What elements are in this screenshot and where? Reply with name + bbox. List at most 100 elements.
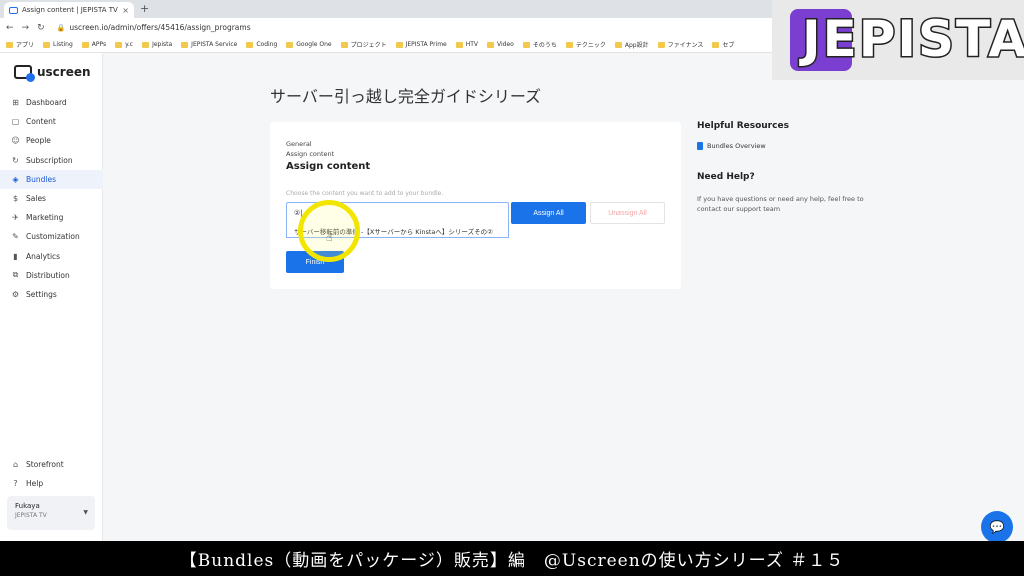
bookmark-label: JEPISTA Service (191, 41, 238, 48)
folder-icon (81, 41, 89, 48)
folder-icon (340, 41, 348, 48)
sidebar-item-storefront[interactable]: ⌂ Storefront (0, 455, 103, 474)
bookmark-label: テクニック (575, 42, 606, 49)
storefront-icon: ⌂ (12, 460, 19, 470)
sidebar-nav: ⊞ Dashboard ▢ Content ☺ People ↻ Subscription ◈ B… (0, 93, 103, 304)
bookmark-item[interactable]: Coding (246, 41, 277, 48)
distribution-icon: ⧉ (12, 270, 19, 280)
help-icon: ? (13, 479, 18, 489)
bookmark-label: セブ (722, 42, 735, 49)
bookmark-label: App設計 (624, 42, 649, 49)
folder-icon (6, 41, 13, 48)
bookmark-item[interactable]: App設計 (614, 40, 649, 49)
folder-icon (487, 41, 495, 48)
customization-icon: ✎ (12, 232, 19, 242)
bookmark-item[interactable]: y.c (115, 41, 133, 48)
bookmark-item[interactable]: ファイナンス (657, 40, 703, 49)
folder-icon (657, 41, 665, 48)
bookmark-label: Jepista (152, 41, 173, 48)
forward-icon[interactable]: → (22, 23, 30, 33)
sidebar-bottom-nav: ⌂ Storefront? Help (0, 455, 103, 493)
sales-icon: $ (12, 194, 19, 204)
folder-icon (142, 41, 150, 48)
account-name: Fukaya (15, 502, 40, 510)
sidebar-item-dashboard[interactable]: ⊞ Dashboard (0, 93, 103, 112)
marketing-icon: ✈ (12, 213, 19, 223)
sidebar-item-settings[interactable]: ⚙ Settings (0, 285, 103, 304)
chat-support-button[interactable]: 💬 (981, 511, 1013, 543)
bookmark-label: そのうち (532, 42, 557, 49)
folder-icon (455, 41, 463, 48)
sidebar-item-label: Analytics (26, 251, 61, 261)
bookmark-item[interactable]: セブ (712, 40, 734, 49)
tab-close-icon[interactable]: × (122, 6, 129, 15)
brand-logo[interactable]: uscreen (14, 65, 91, 82)
unassign-all-button[interactable]: Unassign All (590, 202, 665, 224)
card-title: Assign content (286, 161, 371, 172)
bookmark-item[interactable]: プロジェクト (340, 40, 387, 49)
breadcrumb-assign-content: Assign content (286, 150, 335, 158)
bookmark-item[interactable]: Google One (286, 41, 332, 48)
bookmark-item[interactable]: Jepista (142, 41, 172, 48)
page-title: サーバー引っ越し完全ガイドシリーズ (270, 87, 542, 106)
back-icon[interactable]: ← (6, 23, 14, 33)
help-text: If you have questions or need any help, … (697, 195, 864, 213)
brand-name: uscreen (37, 65, 91, 79)
url-field[interactable]: 🔒 uscreen.io/admin/offers/45416/assign_p… (57, 23, 251, 32)
folder-icon (181, 41, 189, 48)
sidebar-item-label: Sales (26, 194, 46, 204)
sidebar-item-subscription[interactable]: ↻ Subscription (0, 151, 103, 170)
reload-icon[interactable]: ↻ (37, 23, 45, 33)
jepista-logo-overlay: JEPISTA (772, 0, 1024, 80)
sidebar: uscreen ⊞ Dashboard ▢ Content ☺ People ↻ Subscr… (0, 53, 103, 541)
bookmark-label: プロジェクト (350, 42, 387, 49)
sidebar-item-help[interactable]: ? Help (0, 474, 103, 493)
sidebar-item-label: Dashboard (26, 98, 67, 108)
sidebar-item-bundles[interactable]: ◈ Bundles (0, 169, 103, 189)
helpful-resources-title: Helpful Resources (697, 121, 789, 131)
bookmark-item[interactable]: アプリ (6, 40, 34, 49)
content-icon: ▢ (11, 117, 20, 127)
sidebar-item-analytics[interactable]: ▮ Analytics (0, 247, 103, 266)
sidebar-item-customization[interactable]: ✎ Customization (0, 227, 103, 246)
folder-icon (286, 41, 294, 48)
sidebar-item-label: Settings (26, 289, 57, 299)
chat-icon: 💬 (989, 520, 1005, 534)
sidebar-item-sales[interactable]: $ Sales (0, 189, 103, 208)
bookmark-label: HTV (465, 41, 479, 48)
browser-tab[interactable]: Assign content | JEPISTA TV × (4, 2, 134, 18)
bookmark-item[interactable]: HTV (455, 41, 479, 48)
assign-all-button[interactable]: Assign All (511, 202, 586, 224)
sidebar-item-label: Marketing (26, 213, 64, 223)
url-text: uscreen.io/admin/offers/45416/assign_pro… (69, 23, 251, 32)
sidebar-item-marketing[interactable]: ✈ Marketing (0, 208, 103, 227)
people-icon: ☺ (11, 136, 20, 146)
subscription-icon: ↻ (12, 155, 19, 165)
sidebar-item-content[interactable]: ▢ Content (0, 112, 103, 131)
bundles-overview-link[interactable]: Bundles Overview (697, 142, 766, 150)
new-tab-icon[interactable]: + (140, 2, 149, 15)
analytics-icon: ▮ (13, 251, 18, 261)
breadcrumb-general[interactable]: General (286, 140, 312, 148)
tab-title: Assign content | JEPISTA TV (22, 6, 118, 14)
lock-icon: 🔒 (56, 23, 66, 32)
sidebar-item-label: Help (26, 479, 44, 489)
bookmark-item[interactable]: テクニック (565, 40, 606, 49)
bookmark-item[interactable]: Listing (43, 41, 73, 48)
sidebar-item-distribution[interactable]: ⧉ Distribution (0, 266, 103, 285)
folder-icon (246, 41, 254, 48)
bookmark-label: y.c (125, 41, 134, 48)
bookmark-item[interactable]: JEPISTA Prime (395, 41, 447, 48)
dashboard-icon: ⊞ (12, 98, 19, 108)
folder-icon (43, 41, 51, 48)
bookmark-item[interactable]: そのうち (522, 40, 557, 49)
bundles-overview-label: Bundles Overview (707, 142, 766, 150)
bookmark-item[interactable]: JEPISTA Service (181, 41, 237, 48)
sidebar-item-label: Distribution (26, 270, 70, 280)
tab-favicon-icon (9, 6, 18, 14)
account-switcher[interactable]: Fukaya JEPISTA TV ▼ (7, 496, 95, 530)
sidebar-item-people[interactable]: ☺ People (0, 131, 103, 150)
bookmark-item[interactable]: Video (487, 41, 514, 48)
document-icon (697, 142, 703, 150)
bookmark-item[interactable]: APPs (81, 41, 106, 48)
